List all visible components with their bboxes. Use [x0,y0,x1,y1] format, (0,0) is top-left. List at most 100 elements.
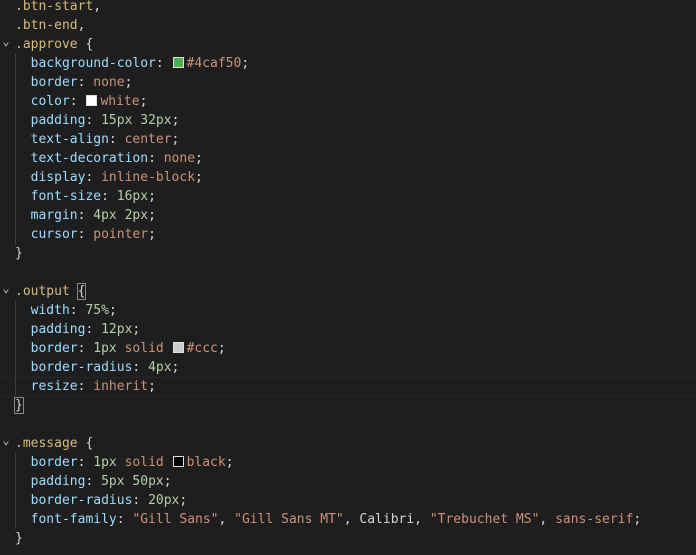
code-line[interactable]: border: none; [0,73,696,92]
matched-brace: { [76,283,87,300]
code-line[interactable]: ⌄ .approve { [0,35,696,54]
code-text: padding: 12px; [15,320,141,339]
css-punctuation: ; [633,512,642,527]
matched-brace: } [14,397,24,414]
code-line[interactable]: } [0,529,696,548]
code-line[interactable]: font-size: 16px; [0,187,696,206]
css-punctuation: : [108,132,125,147]
code-line[interactable]: font-family: "Gill Sans", "Gill Sans MT"… [0,510,696,529]
code-text: border: none; [15,73,133,92]
code-text: } [14,396,24,415]
css-property: padding [15,322,86,337]
css-punctuation: : [77,455,94,470]
css-selector: .output [15,284,70,299]
code-line[interactable]: background-color: #4caf50; [0,54,696,73]
css-punctuation: , [93,0,102,14]
css-punctuation: ; [179,493,188,508]
code-line[interactable]: cursor: pointer; [0,225,696,244]
color-swatch-icon[interactable] [86,95,98,106]
css-value: inline-block [101,170,196,185]
code-line[interactable]: } [0,396,696,415]
css-value: inherit [93,379,149,394]
code-line[interactable]: border: 1px solid #ccc; [0,339,696,358]
code-text: font-size: 16px; [15,187,156,206]
css-value: "Gill Sans" [132,512,219,527]
css-punctuation: ; [108,303,117,318]
code-text: text-decoration: none; [15,149,203,168]
code-line[interactable] [0,263,696,282]
code-line[interactable]: margin: 4px 2px; [0,206,696,225]
css-punctuation: : [132,493,149,508]
code-text: .output { [15,282,87,301]
css-selector: .btn-start [15,0,94,14]
code-line[interactable]: .btn-end, [0,16,696,35]
code-text: margin: 4px 2px; [15,206,156,225]
css-property: color [15,94,70,109]
code-line[interactable]: resize: inherit; [0,377,696,396]
css-property: border-radius [15,360,133,375]
css-value: 15px 32px [101,113,172,128]
css-value: black [186,455,226,470]
css-punctuation: : [77,75,94,90]
code-text: } [15,244,23,263]
code-line[interactable]: text-decoration: none; [0,149,696,168]
css-property: text-align [15,132,109,147]
code-text: background-color: #4caf50; [15,54,250,73]
fold-chevron-icon[interactable]: ⌄ [0,35,12,47]
css-punctuation: , [218,512,235,527]
css-punctuation: : [101,189,117,204]
css-punctuation: ; [225,455,234,470]
css-property: border [15,75,78,90]
color-swatch-icon[interactable] [172,342,184,353]
code-line[interactable]: text-align: center; [0,130,696,149]
css-punctuation: ; [171,132,180,147]
css-property: padding [15,474,86,489]
code-line[interactable]: border: 1px solid black; [0,453,696,472]
code-line[interactable]: width: 75%; [0,301,696,320]
code-line[interactable]: padding: 5px 50px; [0,472,696,491]
css-value: 16px [116,189,149,204]
code-line[interactable]: padding: 15px 32px; [0,111,696,130]
css-value: solid [116,455,172,470]
css-punctuation: ; [148,189,156,204]
css-punctuation: : [116,512,133,527]
css-punctuation: { [77,436,94,451]
code-editor[interactable]: .btn-start, .btn-end, ⌄ .approve { backgrou… [0,0,696,548]
css-punctuation: ; [195,151,203,166]
css-value: #ccc [186,341,218,356]
code-line[interactable]: color: white; [0,92,696,111]
css-property: margin [15,208,78,223]
fold-chevron-icon[interactable]: ⌄ [0,434,12,446]
css-punctuation: : [77,341,94,356]
css-property: font-size [15,189,102,204]
code-line[interactable]: border-radius: 20px; [0,491,696,510]
code-text: } [15,529,23,548]
css-punctuation: } [15,531,23,546]
css-property: border-radius [15,493,133,508]
css-punctuation: ; [171,360,180,375]
fold-chevron-icon[interactable]: ⌄ [0,282,12,294]
code-line[interactable] [0,415,696,434]
code-line[interactable]: ⌄ .message { [0,434,696,453]
color-swatch-icon[interactable] [172,57,184,68]
color-swatch-icon[interactable] [172,456,184,467]
css-value: 1px [93,455,117,470]
code-line[interactable]: } [0,244,696,263]
css-punctuation: ; [163,474,172,489]
code-text: text-align: center; [15,130,180,149]
code-line[interactable]: display: inline-block; [0,168,696,187]
css-value: none [163,151,196,166]
css-punctuation: ; [217,341,226,356]
css-property: cursor [15,227,78,242]
code-line[interactable]: border-radius: 4px; [0,358,696,377]
css-punctuation: : [77,227,94,242]
code-text: .message { [15,434,93,453]
css-value: pointer [93,227,149,242]
css-value: none [93,75,125,90]
css-property: font-family [15,512,117,527]
code-line[interactable]: padding: 12px; [0,320,696,339]
code-text: display: inline-block; [15,168,203,187]
code-line[interactable]: ⌄ .output { [0,282,696,301]
code-line[interactable]: .btn-start, [0,0,696,16]
css-punctuation: : [132,360,149,375]
